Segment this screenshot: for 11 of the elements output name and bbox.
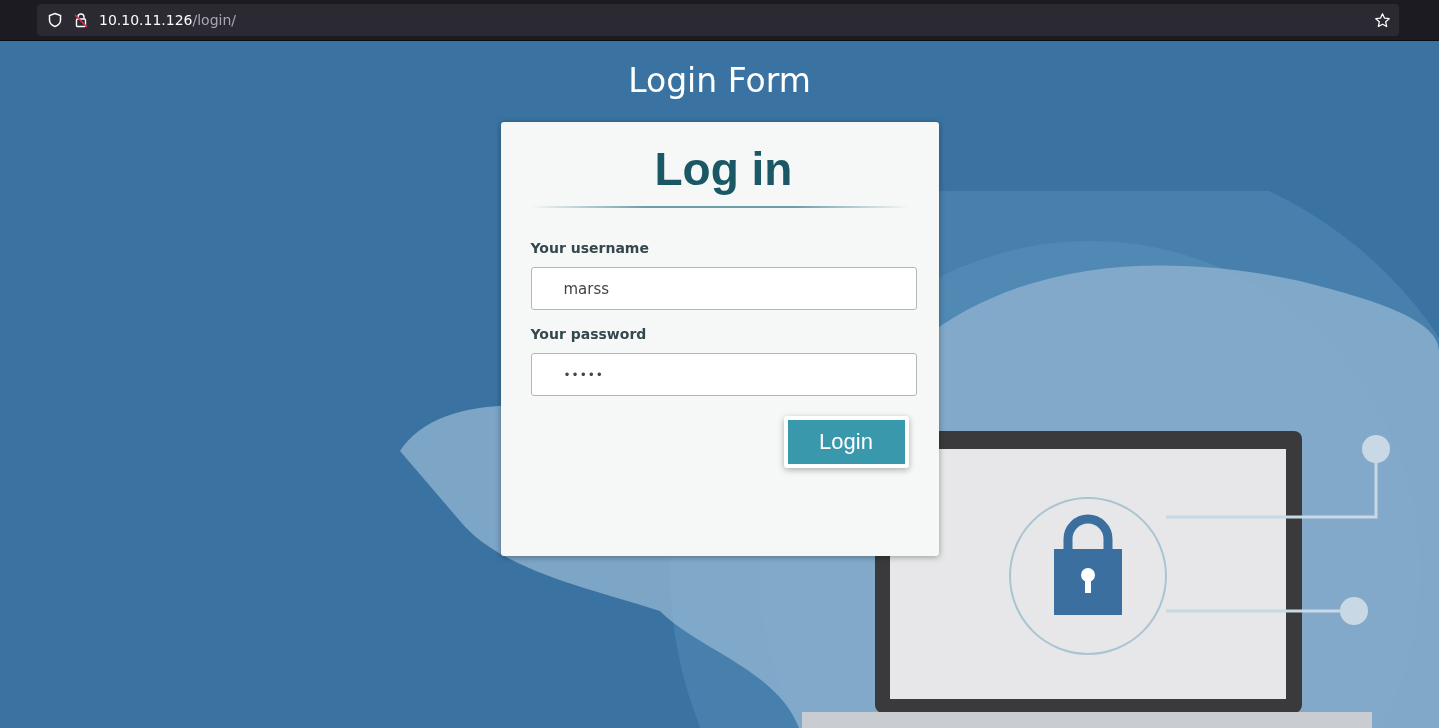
url-text: 10.10.11.126/login/ xyxy=(99,12,238,28)
bookmark-star-icon[interactable] xyxy=(1374,11,1391,29)
insecure-lock-icon[interactable] xyxy=(73,12,89,28)
card-heading: Log in xyxy=(654,142,793,196)
page-title: Login Form xyxy=(628,61,811,100)
password-field[interactable]: ••••• xyxy=(530,353,917,396)
address-bar[interactable]: 10.10.11.126/login/ xyxy=(37,4,1399,36)
shield-icon xyxy=(47,12,63,28)
field-label: Your password xyxy=(530,326,647,342)
field-label: Your username xyxy=(530,240,649,256)
username-field[interactable]: marss xyxy=(530,267,917,310)
